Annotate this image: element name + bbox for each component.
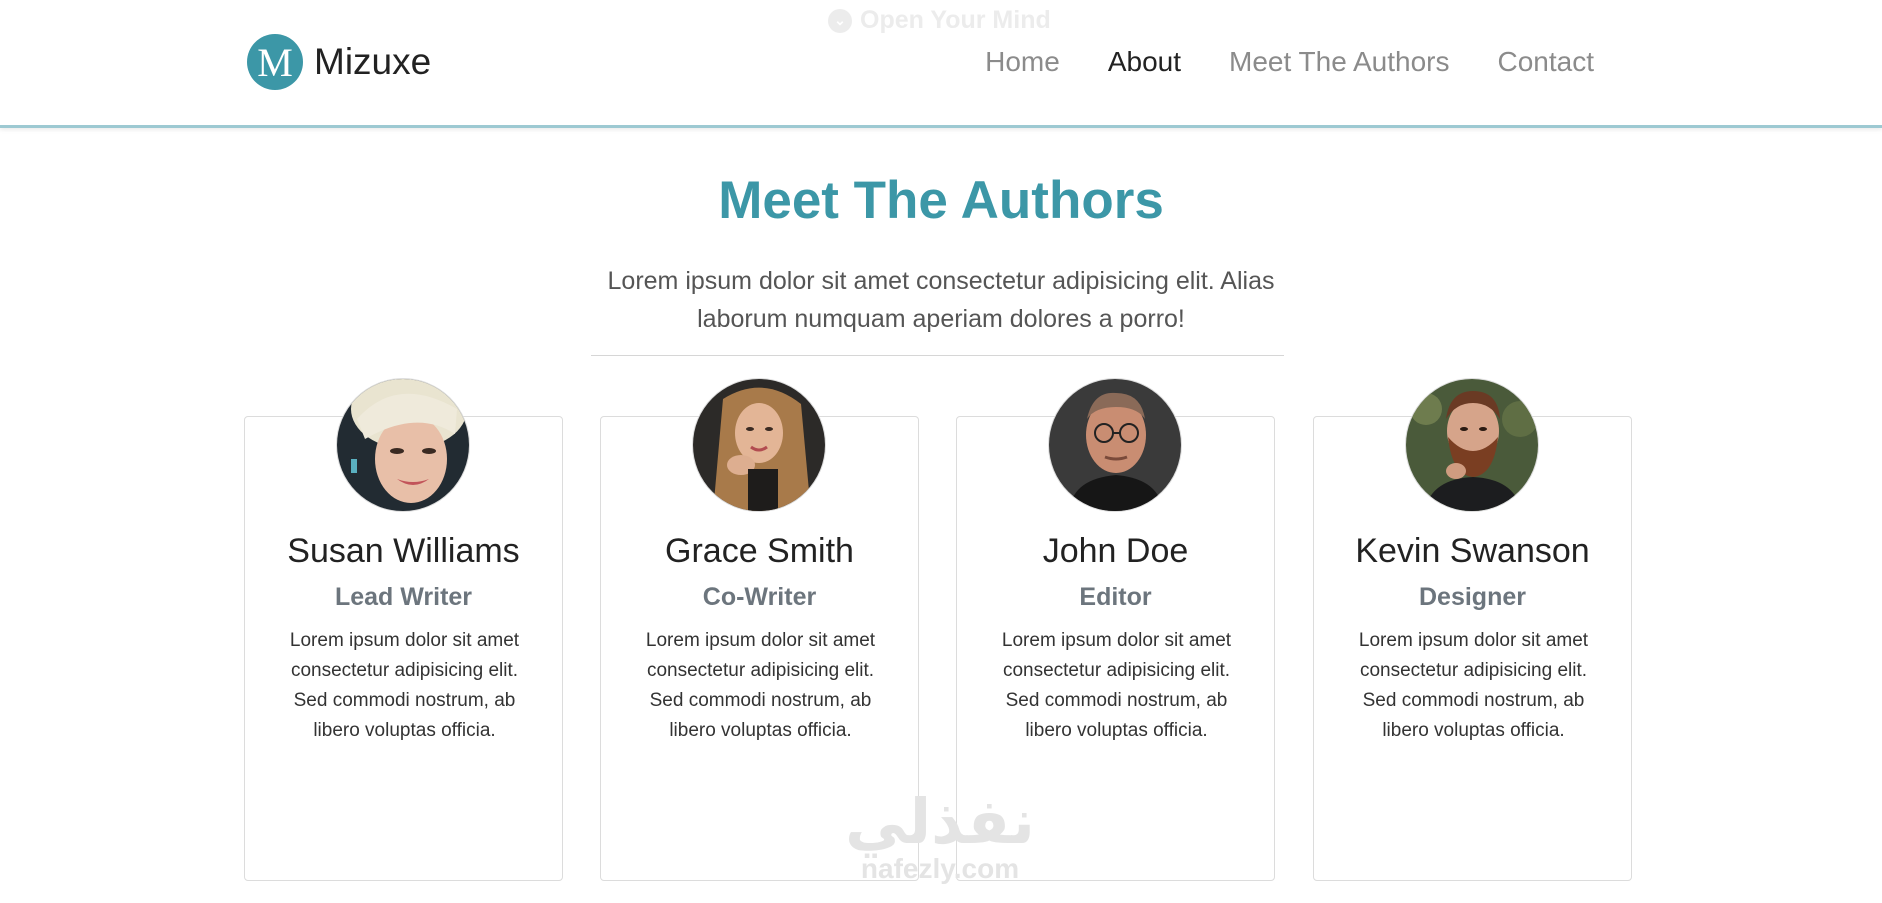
navbar: ⌄ Open Your Mind M Mizuxe Home About Mee… <box>0 0 1882 128</box>
author-bio: Lorem ipsum dolor sit amet consectetur a… <box>289 630 520 741</box>
section-lead: Lorem ipsum dolor sit amet consectetur a… <box>607 267 1275 333</box>
divider <box>591 355 1284 356</box>
logo-icon: M <box>247 34 303 90</box>
author-avatar-kevin-swanson <box>1405 378 1539 512</box>
author-role: Lead Writer <box>334 583 473 611</box>
nav-about[interactable]: About <box>1108 46 1181 78</box>
author-avatar-grace-smith <box>692 378 826 512</box>
author-name: Grace Smith <box>665 532 854 570</box>
author-role: Designer <box>1419 583 1526 611</box>
author-bio: Lorem ipsum dolor sit amet consectetur a… <box>1001 630 1232 741</box>
brand-name: Mizuxe <box>314 41 432 82</box>
author-name: Kevin Swanson <box>1355 532 1590 570</box>
author-bio: Lorem ipsum dolor sit amet consectetur a… <box>645 630 876 741</box>
nav-home[interactable]: Home <box>985 46 1060 78</box>
author-name: Susan Williams <box>287 532 520 570</box>
chevron-down-circle-icon: ⌄ <box>828 8 852 33</box>
author-role: Editor <box>1079 583 1152 611</box>
ghost-tagline-text: Open Your Mind <box>860 6 1051 34</box>
author-avatar-susan-williams <box>336 378 470 512</box>
author-avatar-john-doe <box>1048 378 1182 512</box>
section-title: Meet The Authors <box>718 171 1164 230</box>
brand-link[interactable]: M Mizuxe <box>247 34 431 90</box>
nav-meet-the-authors[interactable]: Meet The Authors <box>1229 46 1450 78</box>
nav-contact[interactable]: Contact <box>1498 46 1595 78</box>
author-name: John Doe <box>1042 532 1189 570</box>
author-bio: Lorem ipsum dolor sit amet consectetur a… <box>1358 630 1589 741</box>
nav-menu: Home About Meet The Authors Contact <box>985 46 1594 78</box>
ghost-tagline: ⌄ Open Your Mind <box>828 6 1051 35</box>
author-role: Co-Writer <box>702 583 817 611</box>
